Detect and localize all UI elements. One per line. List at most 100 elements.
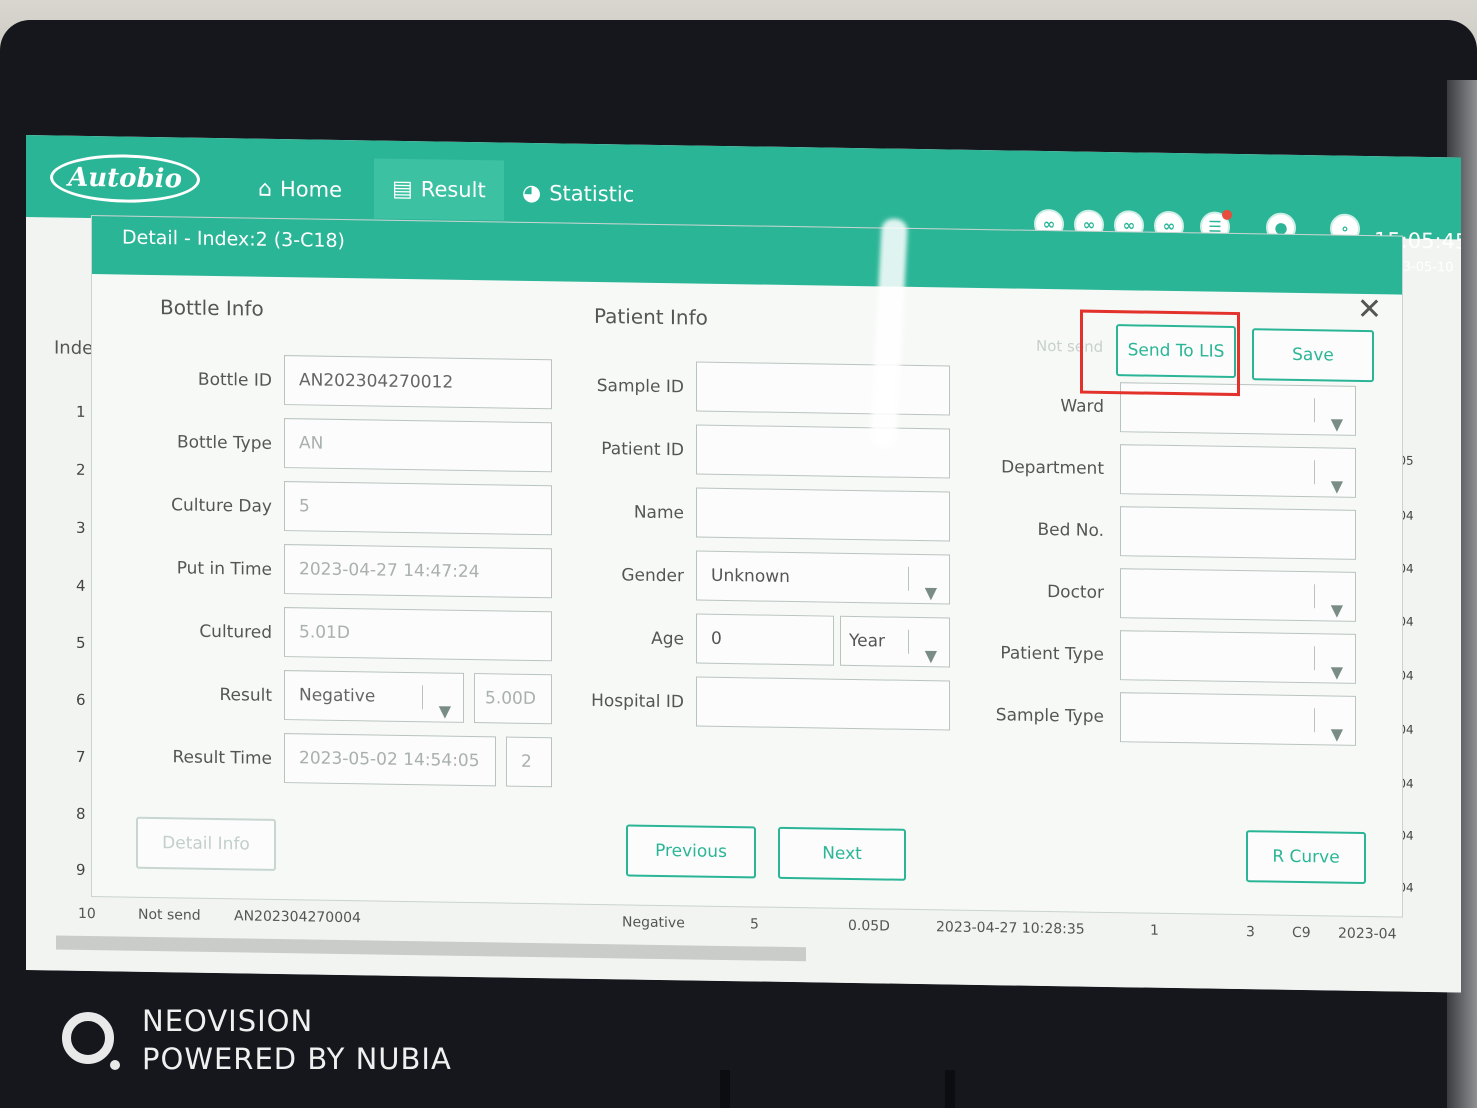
list-row-index[interactable]: 2 bbox=[76, 461, 86, 479]
age-input[interactable]: 0 bbox=[696, 613, 834, 666]
list-row-index[interactable]: 4 bbox=[76, 577, 86, 595]
patient-type-label: Patient Type bbox=[1000, 643, 1104, 665]
nav-home-label: Home bbox=[279, 176, 342, 202]
hospital-id-input[interactable] bbox=[696, 676, 950, 731]
result-select[interactable]: Negative ▼ bbox=[284, 670, 464, 723]
nav-result[interactable]: ▤ Result bbox=[374, 158, 504, 221]
result-count-field: 2 bbox=[506, 736, 552, 788]
cable bbox=[720, 1070, 730, 1108]
nav-statistic[interactable]: ◕ Statistic bbox=[522, 173, 634, 215]
cultured-label: Cultured bbox=[199, 621, 272, 643]
select-divider bbox=[1314, 708, 1315, 733]
bed-no-input[interactable] bbox=[1120, 506, 1356, 560]
list-row-index[interactable]: 6 bbox=[76, 691, 86, 709]
autobio-logo: Autobio bbox=[50, 153, 200, 204]
hospital-id-label: Hospital ID bbox=[591, 690, 684, 713]
patient-type-select[interactable]: ▼ bbox=[1120, 630, 1356, 684]
row-result: Negative bbox=[622, 914, 685, 932]
result-label: Result bbox=[219, 685, 272, 706]
r-curve-button[interactable]: R Curve bbox=[1246, 830, 1366, 885]
age-unit-select[interactable]: Year ▼ bbox=[840, 615, 950, 668]
bottle-id-label: Bottle ID bbox=[197, 369, 272, 391]
row-col-b: 3 bbox=[1246, 924, 1255, 941]
detail-dialog: Detail - Index:2 (3-C18) ✕ Bottle Info B… bbox=[92, 216, 1402, 917]
camera-watermark-logo bbox=[62, 1012, 114, 1064]
detail-info-button[interactable]: Detail Info bbox=[136, 816, 276, 871]
chevron-down-icon[interactable]: ▼ bbox=[1331, 462, 1343, 510]
bed-no-label: Bed No. bbox=[1037, 519, 1104, 541]
gender-select[interactable]: Unknown ▼ bbox=[696, 550, 950, 605]
row-bottle-id: AN202304270004 bbox=[234, 908, 361, 927]
chevron-down-icon[interactable]: ▼ bbox=[1331, 710, 1343, 758]
notification-badge bbox=[1222, 209, 1232, 220]
next-button[interactable]: Next bbox=[778, 826, 906, 881]
previous-button[interactable]: Previous bbox=[626, 824, 756, 879]
department-select[interactable]: ▼ bbox=[1120, 444, 1356, 498]
department-label: Department bbox=[1001, 457, 1104, 479]
list-row-index[interactable]: 5 bbox=[76, 634, 86, 652]
row-col-c: C9 bbox=[1292, 924, 1311, 942]
nav-home[interactable]: ⌂ Home bbox=[258, 169, 342, 210]
cultured-field: 5.01D bbox=[284, 607, 552, 662]
name-label: Name bbox=[633, 502, 684, 524]
watermark-line-1: NEOVISION bbox=[142, 1004, 314, 1038]
sample-id-label: Sample ID bbox=[596, 375, 684, 398]
device-screen: Inde 1 2 3 4 5 6 7 8 9 -05 -04 -04 -04 -… bbox=[26, 135, 1461, 993]
row-put-in-time: 2023-04-27 10:28:35 bbox=[936, 919, 1085, 938]
chevron-down-icon[interactable]: ▼ bbox=[1331, 648, 1343, 696]
home-icon: ⌂ bbox=[258, 176, 272, 202]
list-row-index[interactable]: 8 bbox=[76, 805, 86, 823]
chevron-down-icon[interactable]: ▼ bbox=[1331, 400, 1343, 448]
chevron-down-icon[interactable]: ▼ bbox=[925, 569, 937, 617]
select-divider bbox=[1314, 398, 1315, 423]
chevron-down-icon[interactable]: ▼ bbox=[439, 687, 451, 735]
culture-day-label: Culture Day bbox=[171, 495, 272, 517]
doctor-label: Doctor bbox=[1047, 582, 1104, 603]
list-row-index[interactable]: 9 bbox=[76, 861, 86, 879]
cable bbox=[945, 1070, 955, 1108]
patient-id-input[interactable] bbox=[696, 424, 950, 479]
result-time-label: Result Time bbox=[172, 747, 272, 769]
chevron-down-icon[interactable]: ▼ bbox=[925, 632, 937, 680]
nav-result-label: Result bbox=[420, 177, 486, 203]
select-divider bbox=[1314, 460, 1315, 485]
gender-label: Gender bbox=[621, 565, 684, 587]
select-divider bbox=[1314, 646, 1315, 671]
bottle-type-label: Bottle Type bbox=[176, 432, 272, 454]
row-index: 10 bbox=[78, 905, 96, 923]
save-button[interactable]: Save bbox=[1252, 328, 1374, 383]
ward-label: Ward bbox=[1060, 396, 1104, 417]
dialog-title: Detail - Index:2 (3-C18) bbox=[122, 226, 345, 253]
row-status: Not send bbox=[138, 906, 201, 924]
result-select-value: Negative bbox=[299, 685, 376, 707]
patient-id-label: Patient ID bbox=[601, 439, 684, 461]
row-col-a: 1 bbox=[1150, 922, 1159, 939]
close-icon[interactable]: ✕ bbox=[1357, 292, 1382, 327]
sample-type-select[interactable]: ▼ bbox=[1120, 692, 1356, 746]
list-header-index: Inde bbox=[54, 337, 94, 360]
doctor-select[interactable]: ▼ bbox=[1120, 568, 1356, 622]
bottle-id-field[interactable]: AN202304270012 bbox=[284, 355, 552, 410]
highlight-box bbox=[1080, 309, 1240, 397]
result-days-field: 5.00D bbox=[474, 673, 552, 725]
row-culture-day: 5 bbox=[750, 916, 759, 933]
select-divider bbox=[1314, 584, 1315, 609]
chevron-down-icon[interactable]: ▼ bbox=[1331, 586, 1343, 634]
name-input[interactable] bbox=[696, 487, 950, 542]
nav-statistic-label: Statistic bbox=[549, 181, 635, 207]
result-time-field: 2023-05-02 14:54:05 bbox=[284, 733, 496, 787]
select-divider bbox=[908, 629, 909, 654]
age-label: Age bbox=[651, 628, 684, 650]
watermark-line-2: POWERED BY NUBIA bbox=[142, 1042, 452, 1076]
bottle-type-field: AN bbox=[284, 418, 552, 473]
sample-type-label: Sample Type bbox=[995, 705, 1104, 727]
sample-id-input[interactable] bbox=[696, 361, 950, 416]
list-row-index[interactable]: 1 bbox=[76, 403, 86, 421]
camera-watermark-dot bbox=[110, 1060, 120, 1070]
list-row-index[interactable]: 7 bbox=[76, 748, 86, 766]
list-row-index[interactable]: 3 bbox=[76, 519, 86, 537]
put-in-time-label: Put in Time bbox=[176, 558, 272, 580]
document-icon: ▤ bbox=[392, 176, 413, 202]
row-col-d: 2023-04 bbox=[1338, 925, 1397, 943]
culture-day-field: 5 bbox=[284, 481, 552, 536]
